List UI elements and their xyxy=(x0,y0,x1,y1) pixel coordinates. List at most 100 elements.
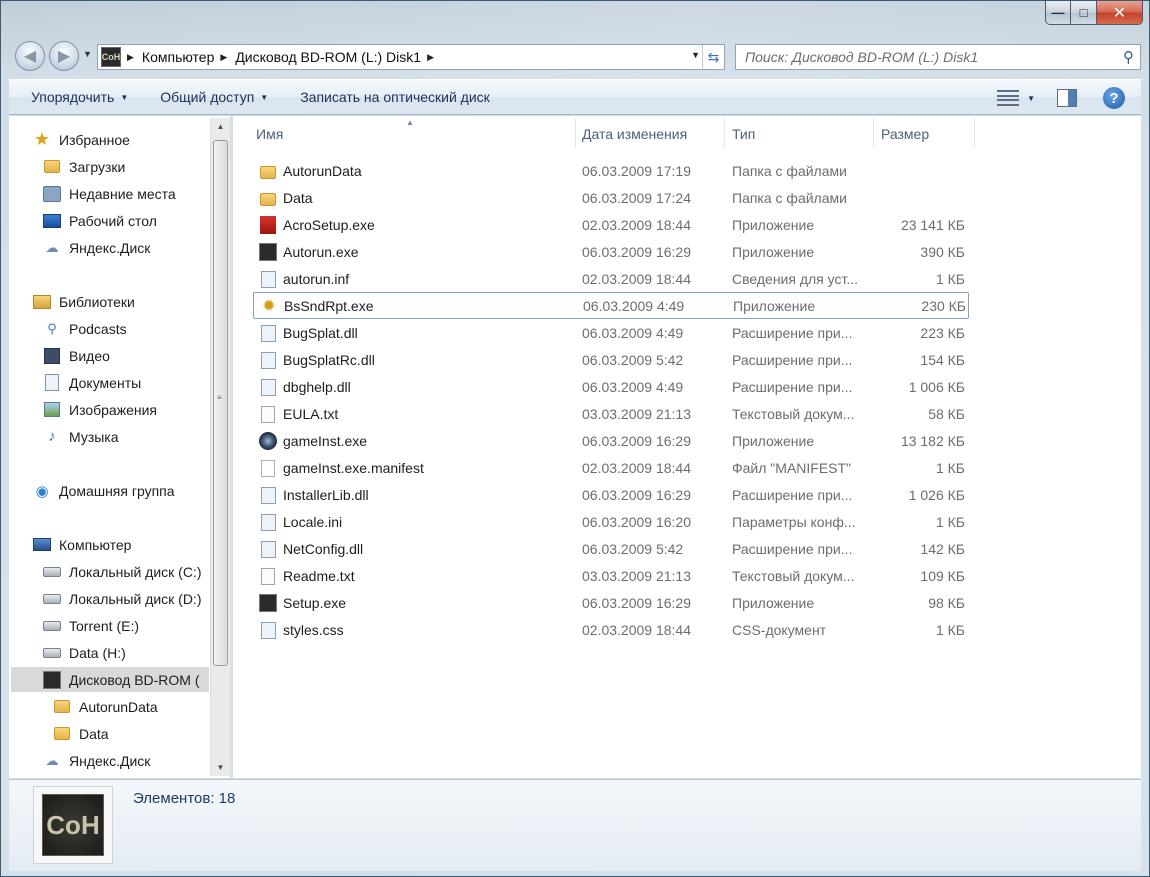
back-button[interactable]: ◀ xyxy=(15,41,45,71)
help-icon[interactable]: ? xyxy=(1103,87,1125,109)
nav-label: Яндекс.Диск xyxy=(69,239,151,256)
file-date: 02.03.2009 18:44 xyxy=(582,271,691,287)
file-row[interactable]: EULA.txt 03.03.2009 21:13 Текстовый докум.… xyxy=(253,401,969,428)
file-row[interactable]: styles.css 02.03.2009 18:44 CSS-документ 1 … xyxy=(253,617,969,644)
column-divider[interactable] xyxy=(974,118,975,148)
downloads-folder-icon xyxy=(44,160,60,173)
file-row[interactable]: AcroSetup.exe 02.03.2009 18:44 Приложение 2… xyxy=(253,212,969,239)
column-size[interactable]: Размер xyxy=(881,126,929,142)
nav-downloads[interactable]: Загрузки xyxy=(43,154,125,179)
file-row[interactable]: Setup.exe 06.03.2009 16:29 Приложение 98 КБ xyxy=(253,590,969,617)
nav-data-folder[interactable]: Data xyxy=(53,721,109,746)
recent-pages-dropdown[interactable]: ▼ xyxy=(83,49,92,59)
nav-local-disk-d[interactable]: Локальный диск (D:) xyxy=(43,586,202,611)
coh-app-icon xyxy=(259,594,277,612)
minimize-button[interactable]: — xyxy=(1045,1,1071,25)
column-divider[interactable] xyxy=(724,118,725,148)
file-row[interactable]: AutorunData 06.03.2009 17:19 Папка с файла… xyxy=(253,158,969,185)
nav-local-disk-c[interactable]: Локальный диск (C:) xyxy=(43,559,202,584)
file-date: 03.03.2009 21:13 xyxy=(582,568,691,584)
file-name: AcroSetup.exe xyxy=(283,217,375,233)
file-name: gameInst.exe.manifest xyxy=(283,460,424,476)
column-name[interactable]: Имя xyxy=(256,126,283,142)
nav-desktop[interactable]: Рабочий стол xyxy=(43,208,157,233)
nav-scrollbar[interactable]: ▲ ≡ ▼ xyxy=(210,118,230,776)
forward-button[interactable]: ▶ xyxy=(49,41,79,71)
search-box[interactable]: ⚲ xyxy=(735,44,1141,70)
address-bar[interactable]: CoH ▶ Компьютер ▶ Дисковод BD-ROM (L:) D… xyxy=(97,44,725,70)
nav-autorundata-folder[interactable]: AutorunData xyxy=(53,694,158,719)
file-row-focused[interactable]: ✹ BsSndRpt.exe 06.03.2009 4:49 Приложение 23… xyxy=(253,292,969,319)
file-row[interactable]: Locale.ini 06.03.2009 16:20 Параметры конф… xyxy=(253,509,969,536)
file-row[interactable]: gameInst.exe.manifest 02.03.2009 18:44 Фай… xyxy=(253,455,969,482)
preview-pane-icon[interactable] xyxy=(1057,89,1077,107)
breadcrumb-separator-icon[interactable]: ▶ xyxy=(220,52,227,63)
file-row[interactable]: gameInst.exe 06.03.2009 16:29 Приложение 13… xyxy=(253,428,969,455)
file-size: 154 КБ xyxy=(920,352,965,368)
file-row[interactable]: BugSplatRc.dll 06.03.2009 5:42 Расширение … xyxy=(253,347,969,374)
nav-libraries[interactable]: Библиотеки xyxy=(33,289,135,314)
file-date: 06.03.2009 5:42 xyxy=(582,352,684,368)
nav-recent-places[interactable]: Недавние места xyxy=(43,181,176,206)
breadcrumb-computer[interactable]: Компьютер xyxy=(142,49,214,65)
file-name: Data xyxy=(283,190,313,206)
nav-podcasts[interactable]: ⚲ Podcasts xyxy=(43,316,126,341)
nav-bd-rom-drive[interactable]: Дисковод BD-ROM ( xyxy=(11,667,209,692)
nav-yandex-disk[interactable]: ☁ Яндекс.Диск xyxy=(43,235,151,260)
file-row[interactable]: NetConfig.dll 06.03.2009 5:42 Расширение п… xyxy=(253,536,969,563)
file-date: 06.03.2009 16:20 xyxy=(582,514,691,530)
folder-icon xyxy=(54,727,70,740)
nav-yandex-disk-2[interactable]: ☁ Яндекс.Диск xyxy=(43,748,151,773)
nav-favorites[interactable]: ★ Избранное xyxy=(33,127,130,152)
change-view-icon[interactable] xyxy=(997,90,1020,106)
file-name: BugSplatRc.dll xyxy=(283,352,375,368)
nav-computer[interactable]: Компьютер xyxy=(33,532,131,557)
file-name: gameInst.exe xyxy=(283,433,368,449)
column-date-modified[interactable]: Дата изменения xyxy=(582,126,687,142)
nav-label: Дисковод BD-ROM ( xyxy=(69,671,200,688)
column-type[interactable]: Тип xyxy=(732,126,755,142)
column-divider[interactable] xyxy=(575,118,576,148)
file-row[interactable]: dbghelp.dll 06.03.2009 4:49 Расширение при… xyxy=(253,374,969,401)
organize-button[interactable]: Упорядочить ▼ xyxy=(21,89,138,105)
nav-data-h[interactable]: Data (H:) xyxy=(43,640,126,665)
burn-disc-button[interactable]: Записать на оптический диск xyxy=(290,89,500,105)
nav-video[interactable]: Видео xyxy=(43,343,110,368)
breadcrumb-bd-rom-drive[interactable]: Дисковод BD-ROM (L:) Disk1 xyxy=(235,49,421,65)
nav-documents[interactable]: Документы xyxy=(43,370,141,395)
search-input[interactable] xyxy=(736,45,1106,69)
file-row[interactable]: Autorun.exe 06.03.2009 16:29 Приложение 390… xyxy=(253,239,969,266)
file-name: BsSndRpt.exe xyxy=(284,298,374,314)
text-file-icon xyxy=(261,405,275,423)
search-icon[interactable]: ⚲ xyxy=(1123,48,1134,66)
file-row[interactable]: Data 06.03.2009 17:24 Папка с файлами xyxy=(253,185,969,212)
breadcrumb-separator-icon[interactable]: ▶ xyxy=(427,52,434,63)
file-row[interactable]: BugSplat.dll 06.03.2009 4:49 Расширение пр… xyxy=(253,320,969,347)
nav-homegroup[interactable]: ◉ Домашняя группа xyxy=(33,478,174,503)
view-options-dropdown[interactable]: ▼ xyxy=(1027,94,1035,103)
address-history-dropdown[interactable]: ▼ xyxy=(691,50,700,60)
file-row[interactable]: Readme.txt 03.03.2009 21:13 Текстовый доку… xyxy=(253,563,969,590)
file-date: 06.03.2009 16:29 xyxy=(582,595,691,611)
nav-music[interactable]: ♪ Музыка xyxy=(43,424,118,449)
file-size: 1 КБ xyxy=(935,514,965,530)
scroll-down-arrow-icon[interactable]: ▼ xyxy=(211,759,230,776)
nav-pictures[interactable]: Изображения xyxy=(43,397,157,422)
nav-torrent-e[interactable]: Torrent (E:) xyxy=(43,613,139,638)
maximize-button[interactable]: □ xyxy=(1071,1,1097,25)
settings-file-icon xyxy=(260,270,276,288)
column-divider[interactable] xyxy=(873,118,874,148)
file-name: dbghelp.dll xyxy=(283,379,351,395)
share-button[interactable]: Общий доступ ▼ xyxy=(150,89,278,105)
file-row[interactable]: InstallerLib.dll 06.03.2009 16:29 Расширен… xyxy=(253,482,969,509)
yandex-disk-icon: ☁ xyxy=(45,752,59,768)
nav-label: AutorunData xyxy=(79,698,158,715)
scrollbar-thumb[interactable]: ≡ xyxy=(213,140,228,666)
scroll-up-arrow-icon[interactable]: ▲ xyxy=(211,118,230,135)
file-date: 06.03.2009 16:29 xyxy=(582,244,691,260)
file-row[interactable]: autorun.inf 02.03.2009 18:44 Сведения для … xyxy=(253,266,969,293)
close-button[interactable]: ✕ xyxy=(1097,1,1143,25)
dll-file-icon xyxy=(260,351,276,369)
breadcrumb-separator-icon[interactable]: ▶ xyxy=(127,52,134,63)
refresh-button[interactable]: ⇆ xyxy=(702,45,724,69)
